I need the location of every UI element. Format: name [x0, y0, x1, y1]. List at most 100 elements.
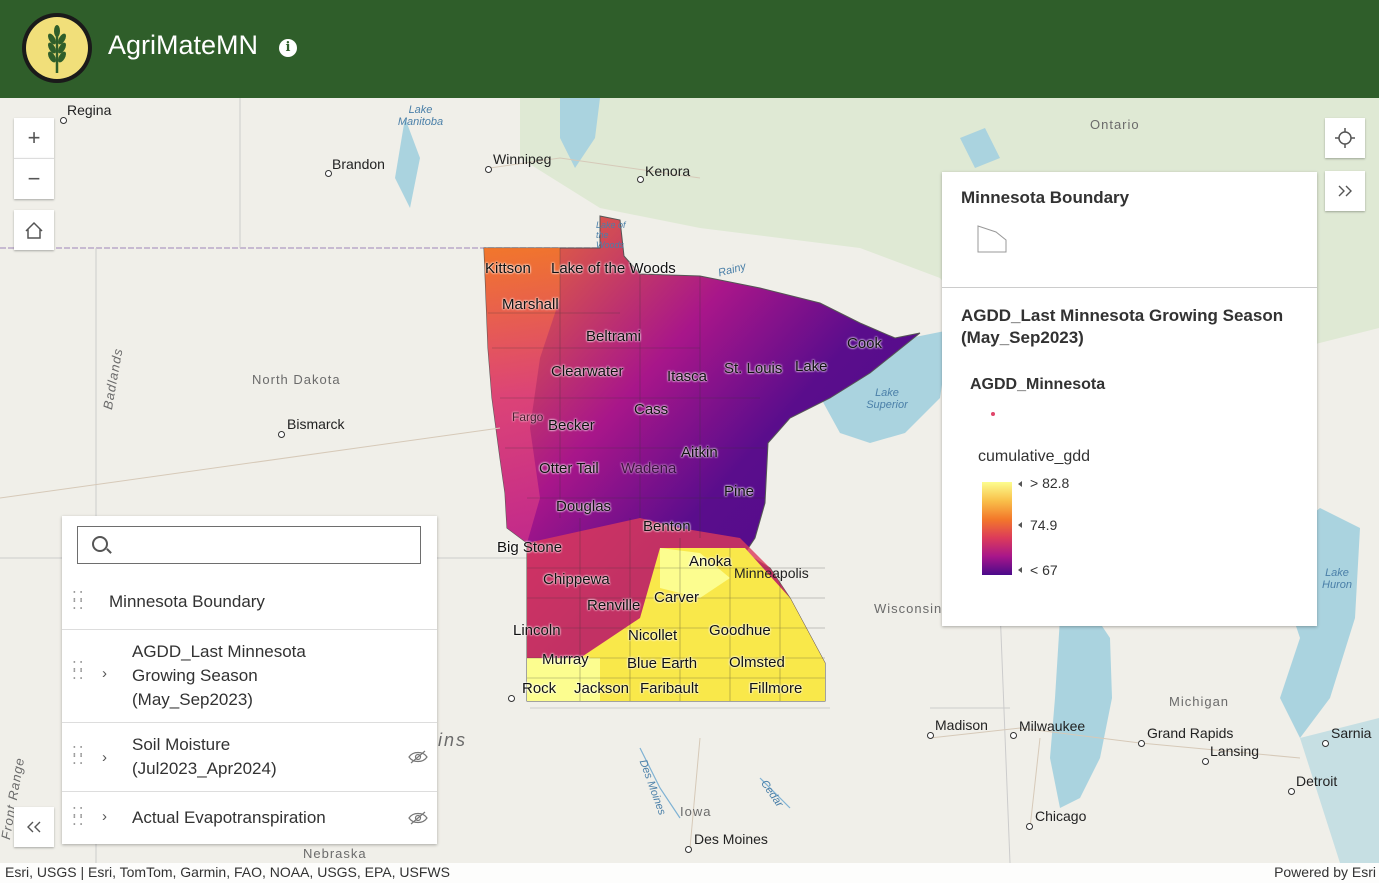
county-label-otter-tail: Otter Tail: [539, 460, 599, 477]
app-title: AgriMateMN: [108, 30, 259, 60]
county-label-fillmore: Fillmore: [749, 680, 803, 697]
wheat-icon: [48, 25, 66, 73]
layer-label-line: Growing Season: [132, 666, 258, 685]
drag-handle-icon[interactable]: ⁚⁚ ⁚⁚: [72, 660, 84, 682]
city-label-sarnia: Sarnia: [1331, 725, 1372, 741]
drag-handle-icon[interactable]: ⁚⁚ ⁚⁚: [72, 590, 84, 612]
ramp-tick: [1018, 522, 1022, 528]
county-label-murray: Murray: [542, 651, 589, 668]
city-marker: [1322, 740, 1329, 747]
city-marker: [1026, 823, 1033, 830]
search-icon: [92, 536, 108, 552]
city-marker: [60, 117, 67, 124]
layer-item-label: Soil Moisture (Jul2023_Apr2024): [132, 733, 277, 781]
zoom-out-button[interactable]: −: [14, 158, 54, 199]
ramp-tick: [1018, 481, 1022, 487]
county-label-benton: Benton: [643, 518, 691, 535]
home-button[interactable]: [14, 210, 54, 250]
visibility-off-icon[interactable]: [408, 750, 428, 764]
layer-item-agdd[interactable]: ⁚⁚ ⁚⁚ › AGDD_Last Minnesota Growing Seaso…: [62, 629, 437, 722]
city-marker: [325, 170, 332, 177]
visibility-off-icon[interactable]: [408, 811, 428, 825]
city-marker: [1288, 788, 1295, 795]
locate-button[interactable]: [1325, 118, 1365, 158]
county-label-beltrami: Beltrami: [586, 328, 642, 345]
county-label-anoka: Anoka: [689, 553, 732, 570]
county-label-chippewa: Chippewa: [543, 571, 610, 588]
county-label-carver: Carver: [654, 589, 700, 606]
city-label-madison: Madison: [935, 717, 988, 733]
city-marker: [685, 846, 692, 853]
county-label-itasca: Itasca: [667, 368, 708, 385]
attribution-text[interactable]: Esri, USGS | Esri, TomTom, Garmin, FAO, …: [5, 864, 450, 880]
drag-handle-icon[interactable]: ⁚⁚ ⁚⁚: [72, 806, 84, 828]
app-header: AgriMateMN i: [0, 0, 1379, 98]
layer-item-label: Actual Evapotranspiration: [132, 808, 326, 827]
legend-expand-button[interactable]: [1325, 171, 1365, 211]
city-marker: [1138, 740, 1145, 747]
layer-item-actual-evapotranspiration[interactable]: ⁚⁚ ⁚⁚ › Actual Evapotranspiration: [62, 791, 437, 844]
locate-icon: [1335, 128, 1355, 148]
layer-search-input[interactable]: [77, 526, 421, 564]
city-marker: [278, 431, 285, 438]
county-label-nicollet: Nicollet: [628, 627, 678, 644]
county-label-cook: Cook: [847, 335, 883, 352]
legend-panel: Minnesota Boundary AGDD_Last Minnesota G…: [942, 172, 1317, 626]
chevron-right-icon[interactable]: ›: [102, 749, 107, 766]
county-label-blue-earth: Blue Earth: [627, 655, 698, 672]
city-label-grand-rapids: Grand Rapids: [1147, 725, 1234, 741]
zoom-in-button[interactable]: +: [14, 118, 54, 158]
layer-item-soil-moisture[interactable]: ⁚⁚ ⁚⁚ › Soil Moisture (Jul2023_Apr2024): [62, 722, 437, 791]
county-label-kittson: Kittson: [485, 260, 531, 277]
polygon-symbol-icon: [977, 225, 1007, 253]
county-label-renville: Renville: [587, 597, 641, 614]
chevron-right-icon[interactable]: ›: [102, 808, 107, 825]
ramp-tick: [1018, 567, 1022, 573]
region-label-ontario: Ontario: [1090, 117, 1140, 132]
city-label-des-moines: Des Moines: [694, 831, 768, 847]
region-label-michigan: Michigan: [1169, 694, 1230, 709]
county-label-cass: Cass: [634, 401, 669, 418]
app-logo: [22, 13, 92, 83]
chevron-right-icon[interactable]: ›: [102, 665, 107, 682]
powered-by-text[interactable]: Powered by Esri: [1274, 864, 1376, 880]
county-label-marshall: Marshall: [502, 296, 559, 313]
layer-item-minnesota-boundary[interactable]: ⁚⁚ ⁚⁚ Minnesota Boundary: [62, 578, 437, 628]
county-label-goodhue: Goodhue: [709, 622, 771, 639]
map-attribution: Esri, USGS | Esri, TomTom, Garmin, FAO, …: [0, 863, 1379, 883]
point-symbol-icon: [991, 412, 995, 416]
legend-sublayer-title: AGDD_Minnesota: [970, 376, 1106, 393]
layer-label-line: Soil Moisture: [132, 735, 231, 754]
water-label-lake-of-the-woods: Lake of the Woods: [596, 220, 626, 250]
legend-field-name: cumulative_gdd: [978, 448, 1091, 465]
county-label-faribault: Faribault: [640, 680, 699, 697]
water-label-lake-huron: Lake Huron: [1322, 567, 1352, 591]
city-label-lansing: Lansing: [1210, 743, 1260, 759]
city-label-fargo: Fargo: [512, 410, 544, 424]
city-label-milwaukee: Milwaukee: [1019, 718, 1086, 734]
city-marker: [637, 176, 644, 183]
county-label-pine: Pine: [724, 483, 755, 500]
county-label-lake-of-the-woods: Lake of the Woods: [551, 260, 676, 277]
ramp-label-low: < 67: [1030, 562, 1058, 578]
city-label-bismarck: Bismarck: [287, 416, 345, 432]
county-label-becker: Becker: [548, 417, 595, 434]
city-label-kenora: Kenora: [645, 163, 691, 179]
county-label-olmsted: Olmsted: [729, 654, 785, 671]
city-marker: [927, 732, 934, 739]
city-marker: [508, 695, 515, 702]
layer-list-collapse-button[interactable]: [14, 807, 54, 847]
city-label-brandon: Brandon: [332, 156, 385, 172]
info-icon[interactable]: i: [279, 39, 297, 57]
layer-label-line: (May_Sep2023): [132, 690, 253, 709]
layer-item-label: Minnesota Boundary: [109, 592, 265, 611]
county-label-aitkin: Aitkin: [681, 444, 718, 461]
city-label-winnipeg: Winnipeg: [493, 151, 552, 167]
drag-handle-icon[interactable]: ⁚⁚ ⁚⁚: [72, 745, 84, 767]
county-label-rock: Rock: [522, 680, 557, 697]
legend-divider: [942, 287, 1317, 288]
legend-layer-title: AGDD_Last Minnesota Growing Season (May_…: [961, 306, 1284, 347]
water-label-lake-superior: Lake Superior: [866, 387, 908, 411]
county-label-wadena: Wadena: [621, 460, 677, 477]
city-label-detroit: Detroit: [1296, 773, 1338, 789]
